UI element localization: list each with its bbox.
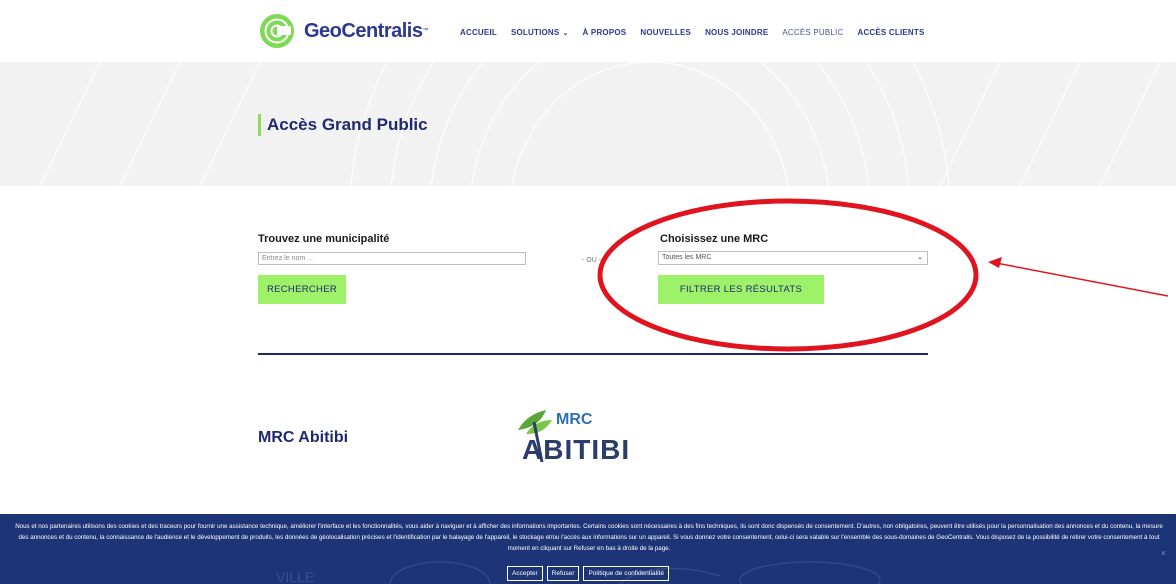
mrc-logo-small-text: MRC bbox=[556, 411, 593, 428]
nav-item-solutions[interactable]: SOLUTIONS ⌄ bbox=[511, 28, 569, 37]
search-button[interactable]: RECHERCHER bbox=[258, 275, 346, 304]
cookie-banner: VILLE Nous et nos partenaires utilisons … bbox=[0, 514, 1176, 584]
filter-results-button[interactable]: FILTRER LES RÉSULTATS bbox=[658, 275, 824, 304]
chevron-down-icon: ⌄ bbox=[562, 30, 569, 37]
refuse-cookies-button[interactable]: Refuser bbox=[546, 566, 580, 581]
accept-cookies-button[interactable]: Accepter bbox=[507, 566, 543, 581]
or-separator: - OU - bbox=[582, 257, 602, 264]
annotation-arrow-line bbox=[995, 262, 1169, 297]
hero-banner: Accès Grand Public bbox=[0, 62, 1176, 186]
mrc-label: Choisissez une MRC bbox=[660, 233, 769, 245]
mrc-select[interactable]: Toutes les MRC ⌄ bbox=[658, 251, 928, 265]
municipality-label: Trouvez une municipalité bbox=[258, 233, 390, 245]
logo-trademark: ™ bbox=[422, 28, 429, 34]
nav-item-acces-public[interactable]: ACCÈS PUBLIC bbox=[782, 28, 843, 37]
hero-background-pattern bbox=[39, 62, 1161, 186]
privacy-policy-button[interactable]: Politique de confidentialité bbox=[583, 566, 669, 581]
nav-item-nous-joindre[interactable]: NOUS JOINDRE bbox=[705, 28, 768, 37]
nav-item-nouvelles[interactable]: NOUVELLES bbox=[640, 28, 691, 37]
mrc-select-value: Toutes les MRC bbox=[662, 254, 712, 261]
cookie-button-group: Accepter Refuser Politique de confidenti… bbox=[0, 566, 1176, 581]
chevron-down-icon: ⌄ bbox=[917, 254, 923, 261]
section-divider bbox=[258, 353, 928, 355]
mrc-logo-big-text: ABITIBI bbox=[522, 434, 631, 465]
page-title: Accès Grand Public bbox=[258, 114, 428, 136]
close-icon[interactable]: × bbox=[1161, 548, 1166, 558]
nav-item-acces-clients[interactable]: ACCÈS CLIENTS bbox=[857, 28, 924, 37]
site-header: GeoCentralis ™ ACCUEIL SOLUTIONS ⌄ À PROP… bbox=[0, 0, 1176, 62]
municipality-search-input[interactable]: Entrez le nom ... bbox=[258, 252, 526, 265]
nav-item-a-propos[interactable]: À PROPOS bbox=[583, 28, 627, 37]
logo-target-icon bbox=[258, 12, 296, 50]
main-nav: ACCUEIL SOLUTIONS ⌄ À PROPOS NOUVELLES NO… bbox=[460, 28, 939, 37]
annotation-arrow-head bbox=[988, 257, 1002, 268]
nav-item-accueil[interactable]: ACCUEIL bbox=[460, 28, 497, 37]
site-logo[interactable]: GeoCentralis ™ bbox=[258, 12, 428, 50]
mrc-result-title[interactable]: MRC Abitibi bbox=[258, 429, 348, 447]
nav-item-solutions-label: SOLUTIONS bbox=[510, 28, 560, 37]
logo-text: GeoCentralis bbox=[304, 19, 423, 42]
cookie-consent-text: Nous et nos partenaires utilisons des co… bbox=[15, 523, 1163, 552]
